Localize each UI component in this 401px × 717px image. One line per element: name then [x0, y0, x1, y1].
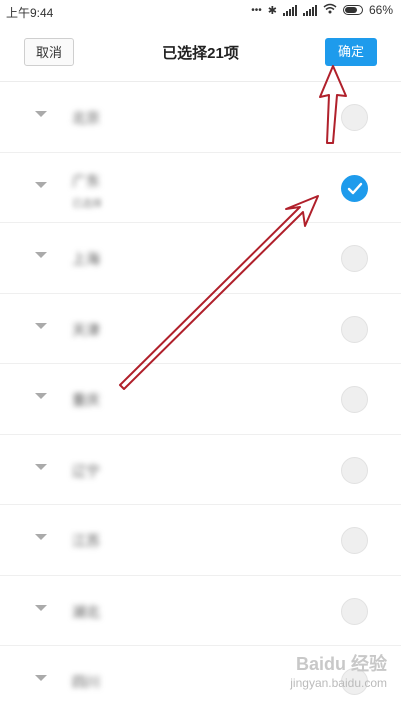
region-list: 北京 广东 已选择 上海 天津 重庆 辽宁 江苏 湖北 四川 — [0, 82, 401, 717]
header-bar: 取消 已选择21项 确定 — [0, 24, 401, 82]
list-item[interactable]: 上海 — [0, 223, 401, 294]
list-item-label: 重庆 — [72, 392, 100, 408]
watermark-url: jingyan.baidu.com — [290, 676, 387, 690]
status-bar: 上午9:44 ••• ✱ 66% — [0, 0, 401, 24]
watermark: Baidu 经验 jingyan.baidu.com — [290, 650, 387, 690]
list-item-sublabel: 已选择 — [72, 198, 102, 210]
expand-arrow-icon[interactable] — [35, 393, 47, 399]
select-radio[interactable] — [341, 104, 368, 131]
check-icon — [347, 182, 363, 194]
list-item[interactable]: 湖北 — [0, 576, 401, 646]
select-radio[interactable] — [341, 245, 368, 272]
dots-icon: ••• — [251, 4, 262, 16]
select-radio[interactable] — [341, 597, 368, 625]
signal-icon — [282, 4, 297, 16]
wifi-icon — [323, 3, 337, 17]
list-item[interactable]: 辽宁 — [0, 435, 401, 505]
status-icons: ••• ✱ 66% — [251, 3, 393, 17]
select-radio[interactable] — [341, 456, 368, 484]
select-radio[interactable] — [341, 315, 368, 343]
list-item-label: 天津 — [72, 321, 100, 338]
list-item[interactable]: 北京 — [0, 82, 401, 153]
list-item-label: 江苏 — [72, 533, 100, 549]
confirm-button[interactable]: 确定 — [325, 38, 377, 66]
signal-icon-2 — [302, 4, 317, 16]
select-radio-checked[interactable] — [341, 174, 368, 202]
battery-level: 66% — [368, 3, 393, 17]
list-item-label: 四川 — [72, 674, 100, 690]
expand-arrow-icon[interactable] — [35, 322, 47, 329]
expand-arrow-icon[interactable] — [35, 675, 47, 681]
select-radio[interactable] — [341, 386, 368, 413]
list-item-label: 上海 — [72, 251, 100, 267]
expand-arrow-icon[interactable] — [35, 111, 47, 117]
list-item[interactable]: 重庆 — [0, 364, 401, 435]
list-item[interactable]: 天津 — [0, 294, 401, 364]
list-item-label: 北京 — [72, 110, 100, 126]
expand-arrow-icon[interactable] — [35, 181, 47, 188]
list-item[interactable]: 广东 已选择 — [0, 153, 401, 223]
status-time: 上午9:44 — [6, 6, 54, 20]
expand-arrow-icon[interactable] — [35, 604, 47, 611]
list-item-label: 广东 — [72, 172, 100, 189]
bluetooth-icon: ✱ — [267, 4, 277, 17]
select-radio[interactable] — [341, 527, 368, 554]
list-item[interactable]: 江苏 — [0, 505, 401, 576]
list-item-label: 辽宁 — [72, 462, 100, 479]
battery-icon — [342, 5, 363, 15]
expand-arrow-icon[interactable] — [35, 463, 47, 470]
watermark-brand: Baidu 经验 — [295, 654, 387, 674]
list-item-label: 湖北 — [72, 603, 100, 620]
expand-arrow-icon[interactable] — [35, 252, 47, 258]
expand-arrow-icon[interactable] — [35, 534, 47, 540]
